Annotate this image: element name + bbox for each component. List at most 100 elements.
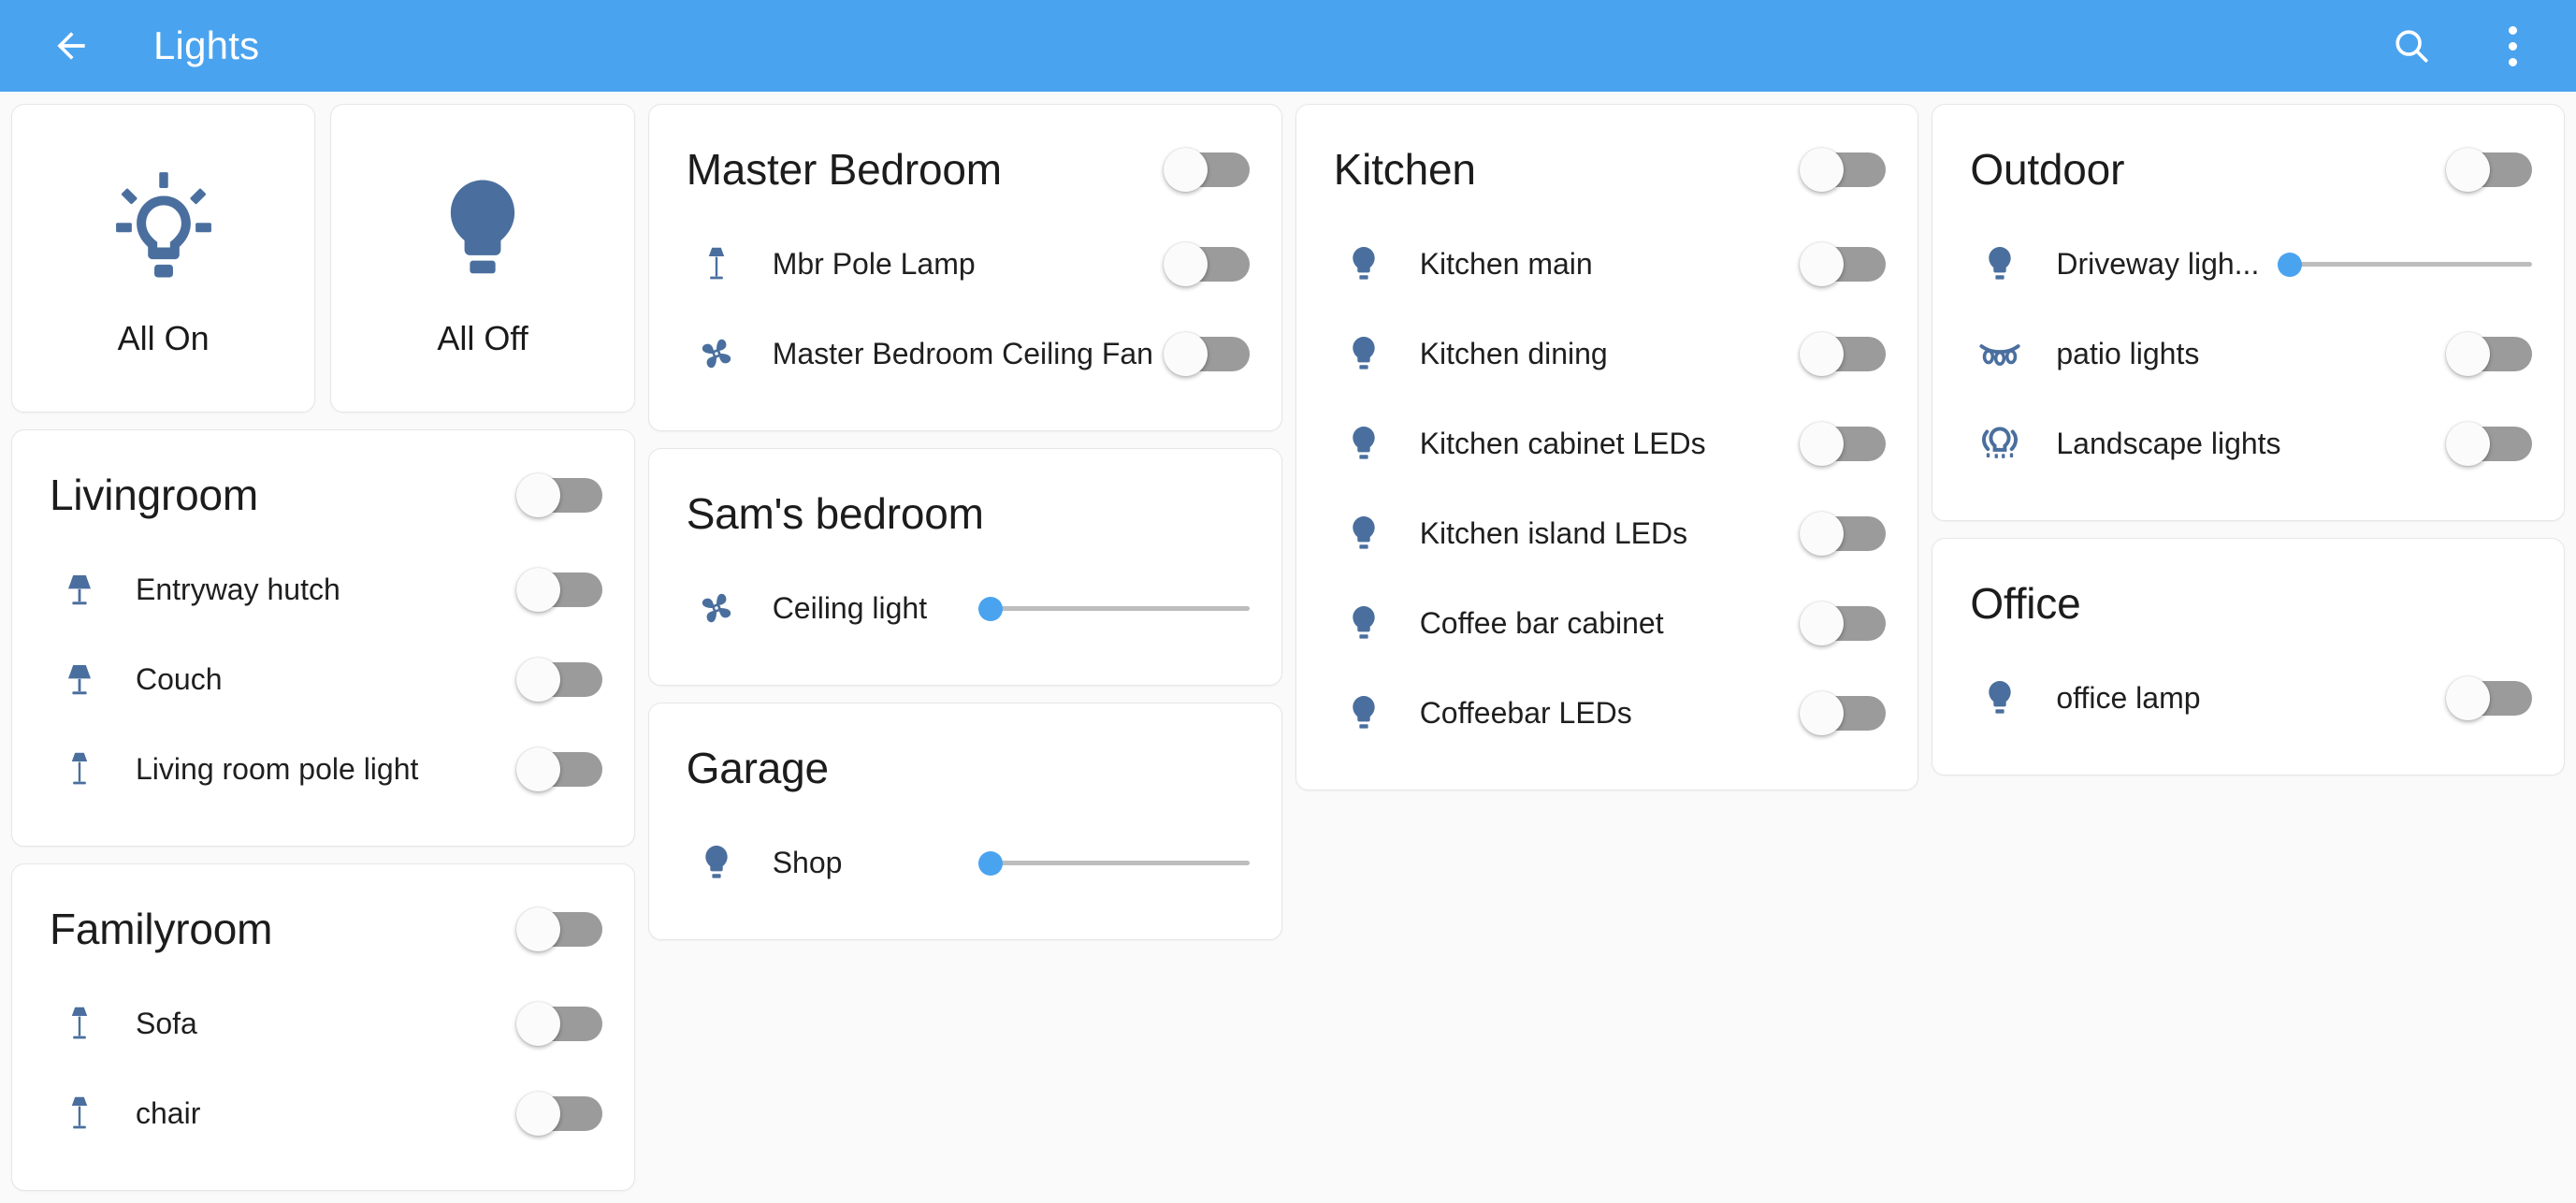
light-toggle-landscape-lights[interactable] [2445,422,2532,466]
light-row: chair [50,1068,602,1158]
slider-thumb[interactable] [2277,253,2302,277]
room-body: Sofa chair [50,969,602,1158]
room-toggle-kitchen[interactable] [1800,148,1887,192]
light-label: Master Bedroom Ceiling Fan ... [772,336,1164,370]
light-label: Kitchen dining [1419,336,1608,370]
room-card-sams-bedroom: Sam's bedroom Ceiling light [647,448,1282,686]
light-toggle-entryway-hutch[interactable] [515,568,602,612]
room-header: Kitchen [1334,129,1887,210]
search-icon [2395,30,2428,63]
light-row: Mbr Pole Lamp [687,219,1250,309]
room-title: Livingroom [50,471,258,519]
light-slider-ceiling-light[interactable] [977,587,1250,630]
room-body: Mbr Pole Lamp Master Bedroom Ceiling Fan… [687,210,1250,399]
light-control [515,747,602,791]
lightbulb-icon [1334,242,1394,285]
column-1: All On All Off Livingroom Entryway hutch… [11,104,635,1191]
room-toggle-master-bedroom[interactable] [1163,148,1250,192]
light-label: Driveway ligh... [2056,246,2260,281]
room-toggle-familyroom[interactable] [515,907,602,951]
light-toggle-kitchen-island-leds[interactable] [1800,512,1887,556]
slider-thumb[interactable] [977,597,1003,621]
room-header: Office [1970,563,2532,644]
light-toggle-couch[interactable] [515,658,602,702]
light-control [977,841,1250,884]
light-toggle-chair[interactable] [515,1092,602,1136]
light-label: Sofa [136,1006,197,1040]
light-toggle-coffeebar-leds[interactable] [1800,691,1887,735]
light-toggle-kitchen-dining[interactable] [1800,332,1887,376]
light-toggle-living-room-pole-light[interactable] [515,747,602,791]
toggle-thumb [2445,676,2490,720]
floor-lamp-icon [50,746,109,791]
slider-track [977,606,1250,611]
search-button[interactable] [2387,22,2436,70]
room-body: Driveway ligh... patio lights Landscape … [1970,210,2532,488]
room-card-garage: Garage Shop [647,703,1282,940]
light-control [2277,242,2532,285]
light-row: Landscape lights [1970,399,2532,488]
light-label: Kitchen island LEDs [1419,515,1688,550]
room-toggle-livingroom[interactable] [515,473,602,517]
toggle-thumb [1163,242,1208,286]
toggle-thumb [515,747,560,791]
floor-lamp-icon [687,241,746,286]
room-card-outdoor: Outdoor Driveway ligh... patio lights La… [1932,104,2565,521]
light-row: Couch [50,634,602,724]
lightbulb-icon [1970,242,2030,285]
light-toggle-mbr-pole-lamp[interactable] [1163,242,1250,286]
room-title: Sam's bedroom [686,489,984,538]
room-body: Shop [687,808,1250,907]
flood-light-icon [1970,420,2030,467]
room-title: Master Bedroom [686,145,1002,194]
light-row: Master Bedroom Ceiling Fan ... [687,309,1250,399]
floor-lamp-icon [50,1091,109,1136]
column-3: Kitchen Kitchen main Kitchen dining Kitc… [1295,104,1919,790]
room-header: Garage [687,728,1250,808]
room-body: Kitchen main Kitchen dining Kitchen cabi… [1334,210,1887,758]
light-toggle-coffee-bar-cabinet[interactable] [1800,602,1887,645]
light-toggle-master-bedroom-ceiling-fan[interactable] [1163,332,1250,376]
light-control [2445,332,2532,376]
light-control [1800,332,1887,376]
light-slider-shop[interactable] [977,841,1250,884]
back-button[interactable] [45,20,97,72]
light-control [515,568,602,612]
all-off-button[interactable]: All Off [330,104,635,413]
toggle-thumb [515,1002,560,1046]
app-bar-actions [2387,22,2537,70]
lightbulb-icon [687,841,746,884]
toggle-thumb [2445,332,2490,376]
room-toggle-outdoor[interactable] [2445,148,2532,192]
light-label: Kitchen main [1419,246,1593,281]
light-toggle-sofa[interactable] [515,1002,602,1046]
light-toggle-patio-lights[interactable] [2445,332,2532,376]
light-row: Kitchen cabinet LEDs [1334,399,1887,488]
room-body: office lamp [1970,644,2532,743]
all-on-label: All On [117,319,210,357]
app-bar: Lights [0,0,2576,92]
light-label: Ceiling light [772,590,928,625]
slider-thumb[interactable] [977,851,1003,876]
light-toggle-office-lamp[interactable] [2445,676,2532,720]
light-row: Kitchen island LEDs [1334,488,1887,578]
light-toggle-kitchen-cabinet-leds[interactable] [1800,422,1887,466]
table-lamp-icon [50,567,109,612]
room-card-familyroom: Familyroom Sofa chair [11,863,635,1191]
lightbulb-icon [1334,422,1394,465]
light-row: Driveway ligh... [1970,219,2532,309]
toggle-thumb [515,1092,560,1136]
light-slider-driveway-lights[interactable] [2277,242,2532,285]
room-title: Kitchen [1333,145,1476,194]
overflow-menu-button[interactable] [2488,22,2537,70]
light-toggle-kitchen-main[interactable] [1800,242,1887,286]
light-label: office lamp [2056,680,2201,715]
light-row: patio lights [1970,309,2532,399]
all-off-label: All Off [437,319,528,357]
lightbulb-off-icon [424,158,542,298]
light-control [1800,242,1887,286]
all-on-button[interactable]: All On [11,104,316,413]
toggle-thumb [1163,332,1208,376]
lightbulb-on-icon [105,158,223,298]
arrow-left-icon [57,32,85,60]
